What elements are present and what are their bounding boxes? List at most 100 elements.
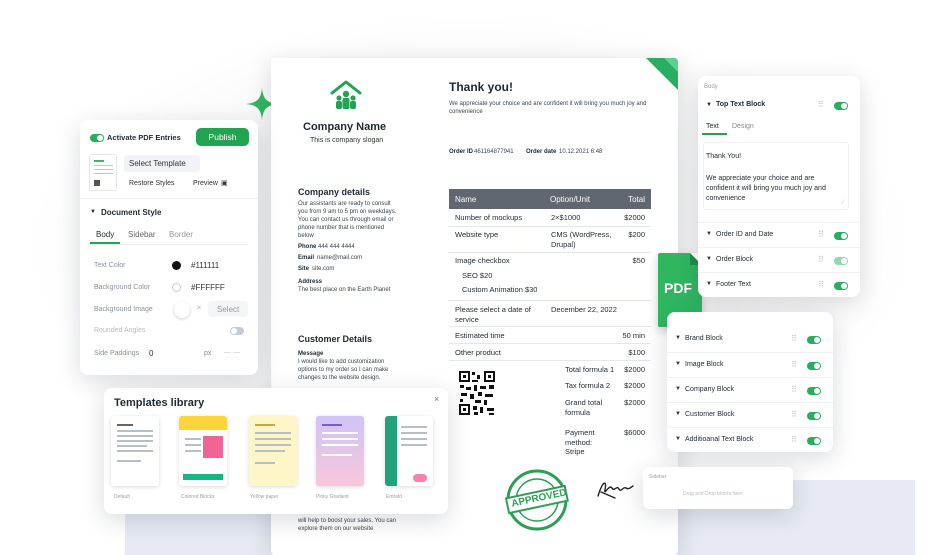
block-footer-text[interactable]: ▼ Footer Text ⠿ — [698, 272, 860, 297]
sidebar-dropzone[interactable]: Sidebar Drag and Drop blocks here — [643, 467, 793, 509]
template-thumbnail[interactable] — [89, 154, 117, 191]
tab-sidebar[interactable]: Sidebar — [128, 230, 156, 239]
collapse-caret-icon[interactable]: ▼ — [706, 281, 712, 287]
template-thumbnail-emrald[interactable] — [385, 416, 433, 486]
company-slogan: This is company slogan — [310, 137, 384, 144]
phone-label: Phone — [298, 244, 317, 250]
drag-handle-icon[interactable]: ⠿ — [818, 100, 824, 109]
collapse-caret-icon[interactable]: ▼ — [675, 361, 681, 367]
block-customer[interactable]: ▼ Customer Block ⠿ — [667, 402, 833, 427]
template-thumbnail-default[interactable] — [111, 416, 159, 486]
table-cell-name: Image checkbox — [455, 256, 510, 265]
background-image-label: Background Image — [94, 306, 153, 313]
background-image-clear-icon[interactable]: ✕ — [196, 304, 202, 312]
template-name: Colored Blocks — [181, 494, 215, 500]
background-image-preview[interactable] — [174, 302, 190, 318]
drag-handle-icon[interactable]: ⠿ — [818, 255, 824, 264]
stepper-icon[interactable]: — — — [224, 349, 240, 356]
background-color-value[interactable]: #FFFFFF — [191, 283, 225, 292]
publish-button[interactable]: Publish — [196, 128, 249, 146]
collapse-caret-icon[interactable]: ▼ — [90, 209, 96, 215]
block-name: Customer Block — [685, 411, 735, 418]
drag-handle-icon[interactable]: ⠿ — [791, 410, 797, 419]
body-blocks-panel: Body ▼ Top Text Block ⠿ Text Design Than… — [698, 76, 860, 297]
collapse-caret-icon[interactable]: ▼ — [675, 411, 681, 417]
column-header-name: Name — [455, 195, 477, 204]
block-toggle[interactable] — [834, 257, 848, 265]
text-color-value[interactable]: #111111 — [191, 261, 219, 270]
drag-handle-icon[interactable]: ⠿ — [791, 360, 797, 369]
row-divider — [449, 226, 651, 227]
template-thumbnail-pinky-gradient[interactable] — [316, 416, 364, 486]
resize-handle-icon[interactable]: ⟋ — [841, 200, 845, 207]
thank-you-text-2: convenience — [449, 109, 483, 115]
block-additional-text[interactable]: ▼ Additioanal Text Block ⠿ — [667, 427, 833, 452]
block-order-id-and-date[interactable]: ▼ Order ID and Date ⠿ — [698, 222, 860, 247]
block-toggle[interactable] — [807, 437, 821, 445]
collapse-caret-icon[interactable]: ▼ — [675, 386, 681, 392]
message-line-1: I would like to add customization — [298, 359, 385, 365]
column-header-option: Option/Unit — [550, 195, 591, 204]
block-toggle[interactable] — [807, 336, 821, 344]
side-paddings-unit[interactable]: px — [204, 350, 211, 357]
block-name: Image Block — [685, 361, 724, 368]
collapse-caret-icon[interactable]: ▼ — [706, 256, 712, 262]
table-cell-name: service — [455, 315, 479, 324]
close-icon[interactable]: × — [434, 394, 439, 404]
text-color-label: Text Color — [94, 262, 126, 269]
collapse-caret-icon[interactable]: ▼ — [675, 436, 681, 442]
tab-text[interactable]: Text — [706, 123, 719, 130]
table-cell-name: Number of mockups — [455, 213, 523, 222]
block-order[interactable]: ▼ Order Block ⠿ — [698, 247, 860, 272]
top-text-block-toggle[interactable] — [834, 102, 848, 110]
drag-handle-icon[interactable]: ⠿ — [818, 280, 824, 289]
template-thumbnail-colored-blocks[interactable] — [179, 416, 227, 486]
block-name: Footer Text — [716, 281, 751, 288]
activate-pdf-label: Activate PDF Entries — [107, 133, 181, 142]
message-line-3: changes to the website design. — [298, 375, 381, 381]
tab-body[interactable]: Body — [96, 230, 114, 239]
text-color-swatch[interactable] — [172, 261, 181, 270]
company-logo-icon — [330, 80, 362, 109]
thank-you-text-1: We appreciate your choice and are confid… — [449, 101, 647, 107]
editor-line: convenience — [706, 195, 746, 202]
template-thumbnail-yellow-paper[interactable] — [249, 416, 297, 486]
block-company[interactable]: ▼ Company Block ⠿ — [667, 377, 833, 402]
company-details-line-5: below — [298, 233, 314, 239]
summary-label: formula — [565, 408, 591, 417]
side-paddings-label: Side Paddings — [94, 350, 140, 357]
collapse-caret-icon[interactable]: ▼ — [675, 335, 681, 341]
company-details-line-2: you from 9 am to 5 pm on weekdays. — [298, 209, 397, 215]
drag-handle-icon[interactable]: ⠿ — [818, 230, 824, 239]
order-date-value: 10.12.2021 6:48 — [559, 149, 603, 155]
order-date-label: Order date — [526, 149, 557, 155]
background-color-swatch[interactable] — [172, 283, 181, 292]
settings-panel: Activate PDF Entries Publish Select Temp… — [80, 120, 258, 375]
block-name: Brand Block — [685, 335, 723, 342]
restore-styles-button[interactable]: Restore Styles — [129, 180, 175, 187]
document-style-heading: Document Style — [101, 208, 162, 217]
block-toggle[interactable] — [834, 232, 848, 240]
company-details-line-4: phone number that is mentioned — [298, 225, 385, 231]
table-cell-name: Custom Animation $30 — [462, 285, 538, 294]
drag-handle-icon[interactable]: ⠿ — [791, 385, 797, 394]
block-image[interactable]: ▼ Image Block ⠿ — [667, 352, 833, 377]
drag-handle-icon[interactable]: ⠿ — [791, 435, 797, 444]
drag-handle-icon[interactable]: ⠿ — [791, 334, 797, 343]
block-toggle[interactable] — [807, 387, 821, 395]
rounded-angles-toggle[interactable] — [230, 327, 244, 335]
block-toggle[interactable] — [834, 282, 848, 290]
collapse-caret-icon[interactable]: ▼ — [706, 231, 712, 237]
side-paddings-input[interactable]: 0 — [149, 349, 153, 358]
text-editor[interactable]: Thank You! We appreciate your choice and… — [703, 142, 849, 210]
activate-pdf-toggle[interactable] — [90, 134, 104, 142]
collapse-caret-icon[interactable]: ▼ — [706, 102, 712, 108]
block-name: Order ID and Date — [716, 231, 774, 238]
tab-border[interactable]: Border — [169, 230, 193, 239]
block-toggle[interactable] — [807, 412, 821, 420]
preview-button[interactable]: Preview — [193, 180, 218, 187]
order-id-value: 461164877941 — [474, 149, 514, 155]
tab-design[interactable]: Design — [732, 123, 754, 130]
block-brand[interactable]: ▼ Brand Block ⠿ — [667, 327, 833, 352]
block-toggle[interactable] — [807, 362, 821, 370]
